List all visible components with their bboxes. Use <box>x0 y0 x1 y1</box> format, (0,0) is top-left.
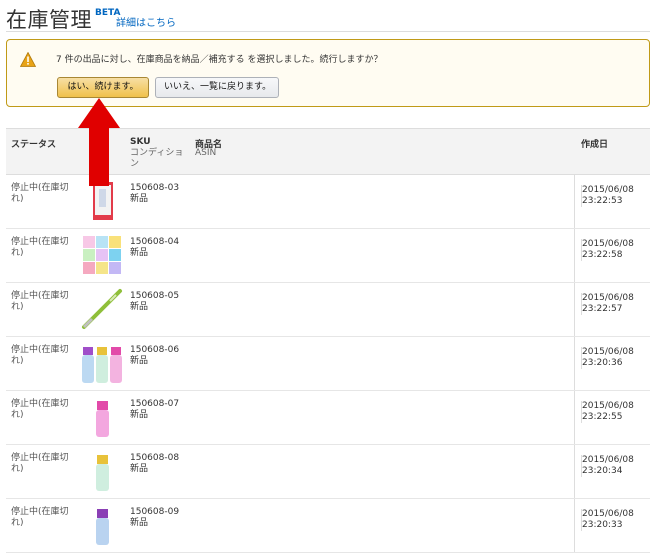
date-cell: 2015/06/08 23:20:36 <box>581 347 634 369</box>
pen-icon[interactable] <box>80 287 124 331</box>
column-divider <box>574 337 575 390</box>
status-cell: 停止中(在庫切れ) <box>11 453 69 474</box>
date-cell: 2015/06/08 23:22:58 <box>581 239 634 261</box>
column-divider <box>574 445 575 498</box>
table-row: 停止中(在庫切れ) 150608-04 新品 2015/06/08 23:22:58 <box>6 229 650 283</box>
back-to-list-button[interactable]: いいえ、一覧に戻ります。 <box>155 77 279 98</box>
status-header[interactable]: ステータス <box>11 137 56 150</box>
column-divider <box>574 499 575 552</box>
date-cell: 2015/06/08 23:22:57 <box>581 293 634 315</box>
status-cell: 停止中(在庫切れ) <box>11 507 69 528</box>
red-arrow-annotation <box>78 98 120 186</box>
page-header: 在庫管理 BETA 詳細はこちら <box>6 2 646 32</box>
pink-bottle-icon[interactable] <box>80 395 124 439</box>
yellow-bottle-icon[interactable] <box>80 449 124 493</box>
sku-cell: 150608-05 新品 <box>130 291 180 312</box>
asin-header: ASIN <box>195 148 217 158</box>
purple-bottle-icon[interactable] <box>80 503 124 547</box>
date-cell: 2015/06/08 23:20:34 <box>581 455 634 477</box>
sku-cell: 150608-08 新品 <box>130 453 180 474</box>
status-cell: 停止中(在庫切れ) <box>11 345 69 366</box>
sku-cell: 150608-04 新品 <box>130 237 180 258</box>
column-divider <box>574 283 575 336</box>
confirmation-alert: 7 件の出品に対し、在庫商品を納品／補充する を選択しました。続行しますか？ は… <box>6 39 650 107</box>
table-row: 停止中(在庫切れ) 150608-06 新品 2015/06/08 23:20:36 <box>6 337 650 391</box>
column-divider <box>574 391 575 444</box>
status-cell: 停止中(在庫切れ) <box>11 399 69 420</box>
column-divider <box>574 229 575 282</box>
sticker-sheet-icon[interactable] <box>80 233 124 277</box>
date-cell: 2015/06/08 23:20:33 <box>581 509 634 531</box>
created-date-header[interactable]: 作成日 <box>581 137 608 150</box>
page-title: 在庫管理 <box>6 8 92 32</box>
header-divider <box>6 31 650 32</box>
date-cell: 2015/06/08 23:22:55 <box>581 401 634 423</box>
status-cell: 停止中(在庫切れ) <box>11 183 69 204</box>
column-divider <box>574 175 575 228</box>
sku-cell: 150608-09 新品 <box>130 507 180 528</box>
confirm-yes-button[interactable]: はい、続けます。 <box>57 77 149 98</box>
status-cell: 停止中(在庫切れ) <box>11 237 69 258</box>
status-cell: 停止中(在庫切れ) <box>11 291 69 312</box>
sku-header[interactable]: SKU <box>130 137 151 147</box>
sku-cell: 150608-07 新品 <box>130 399 180 420</box>
condition-header: コンディション <box>130 148 184 169</box>
date-cell: 2015/06/08 23:22:53 <box>581 185 634 207</box>
table-row: 停止中(在庫切れ) 150608-05 新品 2015/06/08 23:22:57 <box>6 283 650 337</box>
sku-cell: 150608-03 新品 <box>130 183 180 204</box>
warning-icon <box>20 52 36 67</box>
table-row: 停止中(在庫切れ) 150608-08 新品 2015/06/08 23:20:34 <box>6 445 650 499</box>
alert-message: 7 件の出品に対し、在庫商品を納品／補充する を選択しました。続行しますか？ <box>56 55 383 65</box>
bottle-set-icon[interactable] <box>80 341 124 385</box>
table-row: 停止中(在庫切れ) 150608-07 新品 2015/06/08 23:22:55 <box>6 391 650 445</box>
sku-cell: 150608-06 新品 <box>130 345 180 366</box>
table-row: 停止中(在庫切れ) 150608-09 新品 2015/06/08 23:20:33 <box>6 499 650 553</box>
inventory-table: ステータス SKU コンディション 商品名 ASIN 作成日 停止中(在庫切れ)… <box>6 128 650 553</box>
details-link[interactable]: 詳細はこちら <box>116 14 176 29</box>
